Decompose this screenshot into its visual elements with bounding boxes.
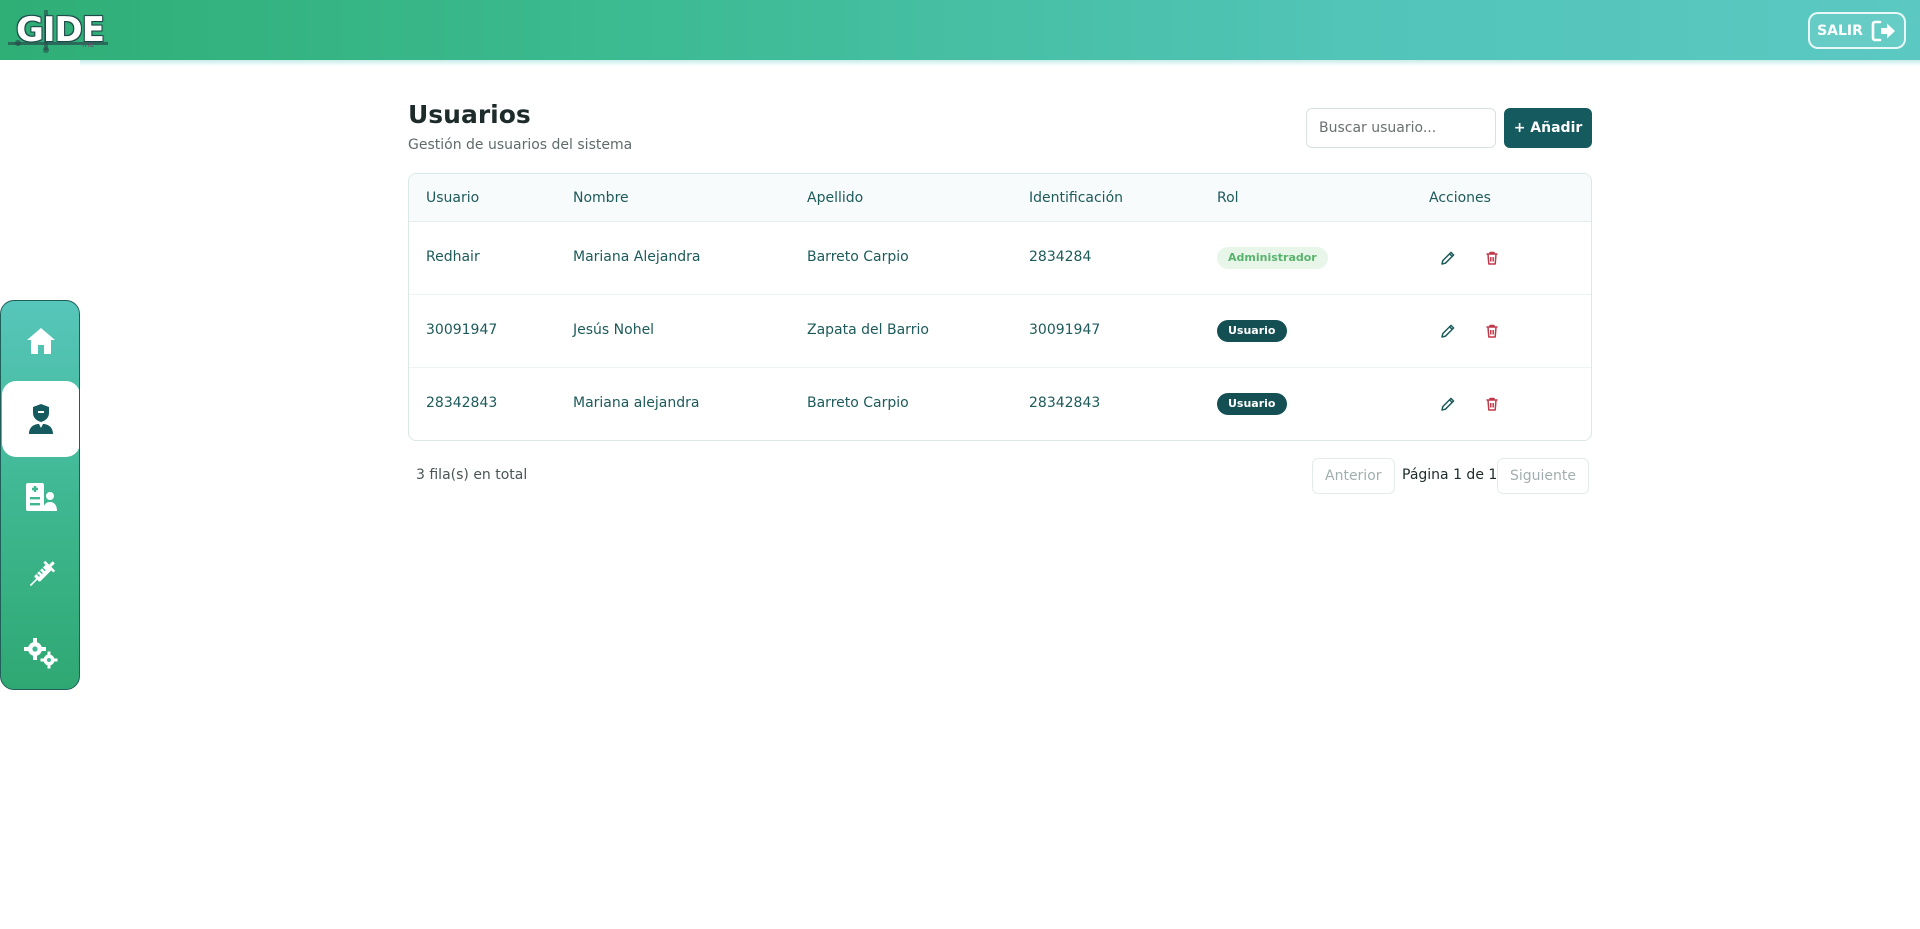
role-badge: Administrador [1217,247,1328,269]
sidebar-item-settings[interactable] [1,615,79,689]
pencil-icon [1441,397,1455,411]
table-header: Usuario Nombre Apellido Identificación R… [409,174,1591,222]
edit-button[interactable] [1436,319,1460,343]
page-subtitle: Gestión de usuarios del sistema [408,137,633,153]
previous-page-button[interactable]: Anterior [1312,458,1395,494]
column-header-identificacion: Identificación [1029,190,1124,206]
cell-identificacion: 30091947 [1029,322,1101,338]
delete-button[interactable] [1480,319,1504,343]
app-logo[interactable]: GIDE ine [6,4,110,56]
sidebar [0,300,80,690]
pencil-icon [1441,324,1455,338]
cell-usuario: Redhair [426,249,480,265]
table-row[interactable]: 28342843 Mariana alejandra Barreto Carpi… [409,368,1591,440]
delete-button[interactable] [1480,392,1504,416]
cell-identificacion: 2834284 [1029,249,1092,265]
sidebar-item-home[interactable] [1,303,79,379]
column-header-nombre: Nombre [573,190,629,206]
trash-icon [1486,251,1498,265]
top-bar: GIDE ine SALIR [0,0,1920,60]
user-shield-icon [29,404,53,434]
top-bar-shadow [80,60,1920,66]
page-indicator: Página 1 de 1 [1402,467,1498,483]
table-row[interactable]: 30091947 Jesús Nohel Zapata del Barrio 3… [409,295,1591,368]
cell-nombre: Mariana alejandra [573,395,700,411]
cell-apellido: Barreto Carpio [807,249,909,265]
role-badge: Usuario [1217,320,1287,342]
logout-button[interactable]: SALIR [1808,12,1906,49]
edit-button[interactable] [1436,246,1460,270]
cell-nombre: Mariana Alejandra [573,249,701,265]
row-count-text: 3 fila(s) en total [416,467,528,483]
delete-button[interactable] [1480,246,1504,270]
sidebar-item-vaccines[interactable] [1,537,79,613]
gears-icon [24,638,58,669]
edit-button[interactable] [1436,392,1460,416]
home-icon [27,328,55,354]
users-table: Usuario Nombre Apellido Identificación R… [408,173,1592,441]
trash-icon [1486,324,1498,338]
sidebar-item-users[interactable] [2,381,79,457]
logout-icon [1871,20,1895,41]
next-page-button[interactable]: Siguiente [1497,458,1590,494]
cell-usuario: 30091947 [426,322,498,338]
medical-record-icon [26,483,57,511]
cell-identificacion: 28342843 [1029,395,1101,411]
trash-icon [1486,397,1498,411]
column-header-usuario: Usuario [426,190,480,206]
role-badge: Usuario [1217,393,1287,415]
column-header-acciones: Acciones [1429,190,1491,206]
syringe-icon [29,560,56,587]
pencil-icon [1441,251,1455,265]
page-title: Usuarios [408,100,531,129]
add-user-button[interactable]: + Añadir [1504,108,1592,148]
logo-subtext: ine [82,40,95,49]
search-input[interactable] [1306,108,1496,148]
column-header-apellido: Apellido [807,190,864,206]
sidebar-item-patients[interactable] [1,459,79,535]
cell-apellido: Zapata del Barrio [807,322,929,338]
cell-nombre: Jesús Nohel [573,322,655,338]
cell-apellido: Barreto Carpio [807,395,909,411]
logout-label: SALIR [1817,22,1863,39]
table-row[interactable]: Redhair Mariana Alejandra Barreto Carpio… [409,222,1591,295]
cell-usuario: 28342843 [426,395,498,411]
column-header-rol: Rol [1217,190,1239,206]
